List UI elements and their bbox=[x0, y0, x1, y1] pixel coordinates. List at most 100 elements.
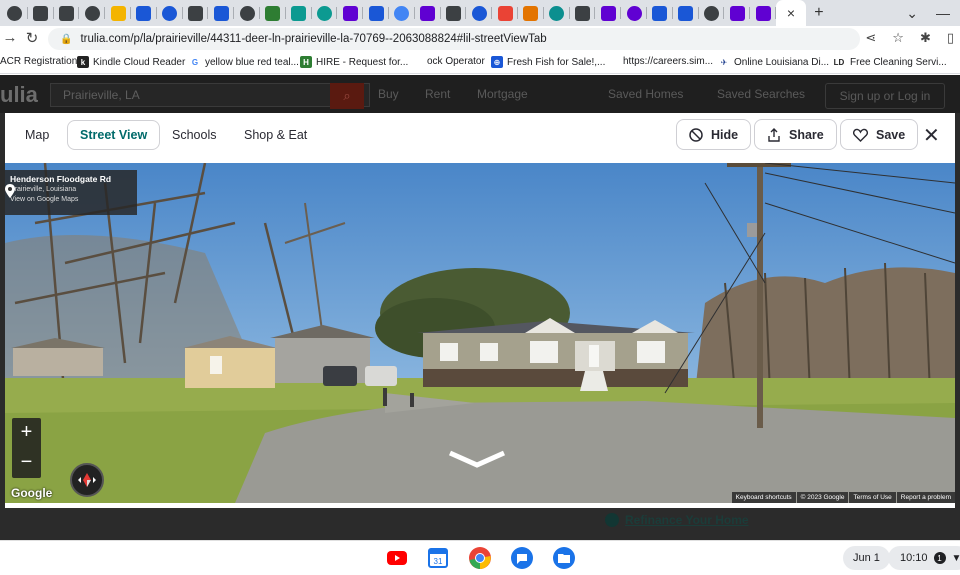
browser-tab[interactable] bbox=[724, 0, 750, 26]
hide-button[interactable]: Hide bbox=[676, 119, 752, 150]
trulia-header: ulia Prairieville, LA ⌕ Buy Rent Mortgag… bbox=[0, 75, 960, 113]
browser-tab[interactable] bbox=[105, 0, 131, 26]
tab-favicon-icon bbox=[755, 5, 771, 21]
location-search-input[interactable]: Prairieville, LA bbox=[50, 83, 370, 107]
louisiana-icon: ✈ bbox=[718, 56, 730, 68]
zoom-out-button[interactable]: − bbox=[12, 448, 41, 478]
share-button[interactable]: Share bbox=[754, 119, 837, 150]
bookmark-item[interactable]: LD Free Cleaning Servi... bbox=[832, 56, 947, 68]
back-icon[interactable]: → bbox=[0, 29, 20, 46]
messages-icon[interactable] bbox=[510, 546, 534, 570]
bookmark-item[interactable]: k Kindle Cloud Reader bbox=[77, 56, 185, 68]
terms-link[interactable]: Terms of Use bbox=[849, 492, 896, 503]
bookmark-star-icon[interactable]: ☆ bbox=[892, 30, 904, 46]
street-view-panorama[interactable]: Henderson Floodgate Rd Prairieville, Lou… bbox=[5, 163, 955, 503]
tab-strip: × + ⌄ — bbox=[0, 0, 960, 26]
compass-needle-icon bbox=[78, 473, 96, 487]
report-problem-link[interactable]: Report a problem bbox=[896, 492, 955, 503]
browser-tab[interactable] bbox=[2, 0, 28, 26]
trulia-logo[interactable]: ulia bbox=[0, 82, 38, 108]
browser-tab[interactable] bbox=[234, 0, 260, 26]
browser-tab[interactable] bbox=[673, 0, 699, 26]
bookmark-item[interactable]: ✈ Online Louisiana Di... bbox=[718, 56, 829, 68]
tab-favicon-icon bbox=[394, 5, 410, 21]
browser-tab[interactable] bbox=[312, 0, 338, 26]
map-pin-icon[interactable] bbox=[5, 184, 15, 198]
tab-search-icon[interactable]: ⌄ bbox=[906, 5, 918, 22]
chrome-glyph-icon bbox=[469, 547, 491, 569]
nav-saved-homes[interactable]: Saved Homes bbox=[608, 87, 683, 101]
extensions-icon[interactable]: ✱ bbox=[920, 30, 931, 46]
files-icon[interactable] bbox=[552, 546, 576, 570]
chrome-icon[interactable] bbox=[468, 546, 492, 570]
refinance-link[interactable]: Refinance Your Home bbox=[605, 513, 749, 527]
reload-icon[interactable]: ↻ bbox=[22, 29, 42, 47]
browser-tab[interactable] bbox=[699, 0, 725, 26]
nav-rent[interactable]: Rent bbox=[425, 87, 450, 101]
browser-tab[interactable] bbox=[363, 0, 389, 26]
tab-favicon-icon bbox=[523, 5, 539, 21]
bookmark-item[interactable]: ock Operator bbox=[427, 56, 485, 67]
browser-tab[interactable] bbox=[441, 0, 467, 26]
side-panel-icon[interactable]: ▯ bbox=[947, 30, 954, 46]
bookmark-label: Fresh Fish for Sale!,... bbox=[507, 56, 606, 68]
tab-favicon-icon bbox=[239, 5, 255, 21]
tab-shop-eat[interactable]: Shop & Eat bbox=[232, 120, 319, 150]
tab-schools[interactable]: Schools bbox=[160, 120, 228, 150]
browser-tab[interactable] bbox=[183, 0, 209, 26]
browser-tab[interactable] bbox=[647, 0, 673, 26]
compass-icon[interactable] bbox=[70, 463, 104, 497]
bookmark-item[interactable]: ⊕ Fresh Fish for Sale!,... bbox=[491, 56, 605, 68]
browser-tab[interactable] bbox=[157, 0, 183, 26]
active-tab[interactable]: × bbox=[775, 0, 806, 26]
address-bar[interactable]: 🔒 trulia.com/p/la/prairieville/44311-dee… bbox=[48, 28, 860, 50]
tab-favicon-icon bbox=[213, 5, 229, 21]
browser-tab[interactable] bbox=[750, 0, 776, 26]
browser-tab[interactable] bbox=[466, 0, 492, 26]
status-tray[interactable]: 10:10 1 ▼ bbox=[888, 546, 960, 570]
youtube-icon[interactable] bbox=[385, 546, 409, 570]
save-button[interactable]: Save bbox=[840, 119, 919, 150]
notification-badge: 1 bbox=[933, 552, 946, 564]
nav-mortgage[interactable]: Mortgage bbox=[477, 87, 528, 101]
view-on-google-maps-link[interactable]: View on Google Maps bbox=[10, 196, 132, 203]
nav-buy[interactable]: Buy bbox=[378, 87, 399, 101]
location-card: Henderson Floodgate Rd Prairieville, Lou… bbox=[5, 170, 137, 215]
browser-tab[interactable] bbox=[570, 0, 596, 26]
share-icon[interactable]: ⋖ bbox=[865, 30, 876, 46]
ld-icon: LD bbox=[832, 56, 846, 68]
browser-tab[interactable] bbox=[337, 0, 363, 26]
nav-saved-searches[interactable]: Saved Searches bbox=[717, 87, 805, 101]
browser-tab[interactable] bbox=[208, 0, 234, 26]
bookmark-item[interactable]: https://careers.sim... bbox=[623, 56, 713, 67]
browser-tab[interactable] bbox=[389, 0, 415, 26]
bookmark-item[interactable]: ACR Registration bbox=[0, 56, 77, 67]
browser-tab[interactable] bbox=[286, 0, 312, 26]
keyboard-shortcuts-link[interactable]: Keyboard shortcuts bbox=[731, 492, 796, 503]
tab-map[interactable]: Map bbox=[13, 120, 61, 150]
close-icon[interactable]: ✕ bbox=[923, 123, 940, 148]
tab-favicon-icon bbox=[626, 5, 642, 21]
signup-login-button[interactable]: Sign up or Log in bbox=[825, 83, 945, 109]
bookmark-item[interactable]: H HIRE - Request for... bbox=[300, 56, 408, 68]
search-icon[interactable]: ⌕ bbox=[330, 83, 364, 109]
browser-tab[interactable] bbox=[79, 0, 105, 26]
browser-tab[interactable] bbox=[54, 0, 80, 26]
tab-street-view[interactable]: Street View bbox=[67, 120, 161, 150]
browser-tab[interactable] bbox=[621, 0, 647, 26]
new-tab-button[interactable]: + bbox=[806, 4, 832, 22]
bookmark-item[interactable]: Gyellow blue red teal... bbox=[189, 56, 299, 68]
calendar-icon[interactable]: 31 bbox=[426, 546, 450, 570]
browser-tab[interactable] bbox=[492, 0, 518, 26]
browser-tab[interactable] bbox=[28, 0, 54, 26]
browser-tab[interactable] bbox=[260, 0, 286, 26]
browser-tab[interactable] bbox=[544, 0, 570, 26]
minimize-icon[interactable]: — bbox=[936, 5, 950, 21]
zoom-in-button[interactable]: + bbox=[12, 418, 41, 448]
date-tray[interactable]: Jun 1 bbox=[843, 546, 890, 570]
tab-close-icon[interactable]: × bbox=[787, 5, 795, 21]
browser-tab[interactable] bbox=[415, 0, 441, 26]
browser-tab[interactable] bbox=[131, 0, 157, 26]
browser-tab[interactable] bbox=[595, 0, 621, 26]
browser-tab[interactable] bbox=[518, 0, 544, 26]
